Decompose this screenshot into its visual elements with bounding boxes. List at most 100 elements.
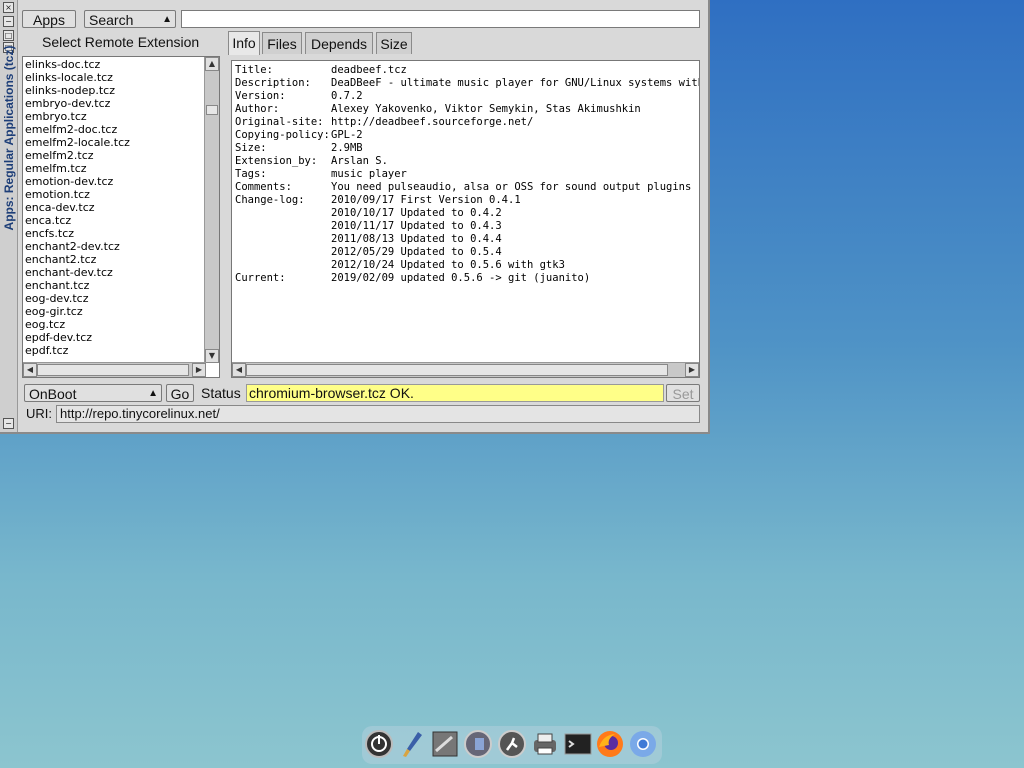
extension-list-item[interactable]: elinks-locale.tcz — [25, 71, 205, 84]
run-icon[interactable] — [497, 729, 527, 759]
info-key: Author: — [235, 103, 280, 115]
tab-files[interactable]: Files — [262, 32, 302, 54]
info-value: 2012/10/24 Updated to 0.5.6 with gtk3 — [331, 259, 565, 271]
extension-list-item[interactable]: emotion-dev.tcz — [25, 175, 205, 188]
extension-list-item[interactable]: eog.tcz — [25, 318, 205, 331]
go-button[interactable]: Go — [166, 384, 194, 402]
extension-list-item[interactable]: embryo.tcz — [25, 110, 205, 123]
info-value: 2010/11/17 Updated to 0.4.3 — [331, 220, 502, 232]
info-value: GPL-2 — [331, 129, 363, 141]
chromium-icon[interactable] — [628, 729, 658, 759]
info-key: Version: — [235, 90, 286, 102]
tab-size[interactable]: Size — [376, 32, 412, 54]
info-value: http://deadbeef.sourceforge.net/ — [331, 116, 534, 128]
shade-icon[interactable]: − — [3, 418, 14, 429]
info-value: 2019/02/09 updated 0.5.6 -> git (juanito… — [331, 272, 591, 284]
extension-list-item[interactable]: enchant.tcz — [25, 279, 205, 292]
info-row: Extension_by: Arslan S. — [235, 155, 699, 168]
extension-list-item[interactable]: enchant2-dev.tcz — [25, 240, 205, 253]
terminal-grid-icon[interactable] — [430, 729, 460, 759]
extension-list-item[interactable]: emelfm2.tcz — [25, 149, 205, 162]
info-value: 2010/10/17 Updated to 0.4.2 — [331, 207, 502, 219]
info-row: Size: 2.9MB — [235, 142, 699, 155]
info-row: Current: 2019/02/09 updated 0.5.6 -> git … — [235, 272, 699, 285]
list-hscroll-thumb[interactable] — [37, 364, 189, 376]
info-horizontal-scrollbar[interactable]: ◀ ▶ — [232, 362, 699, 377]
uri-field[interactable]: http://repo.tinycorelinux.net/ — [56, 405, 700, 423]
extension-list-item[interactable]: eog-dev.tcz — [25, 292, 205, 305]
window-title: Apps: Regular Applications (tcz) — [2, 45, 16, 231]
tab-depends[interactable]: Depends — [305, 32, 373, 54]
info-value: Arslan S. — [331, 155, 388, 167]
search-input[interactable] — [181, 10, 700, 28]
updown-arrow-icon: ▲ — [162, 14, 172, 25]
minimize-icon[interactable]: − — [3, 16, 14, 27]
extension-list-item[interactable]: enca-dev.tcz — [25, 201, 205, 214]
info-row: 2012/05/29 Updated to 0.5.4 — [235, 246, 699, 259]
extension-list-item[interactable]: emelfm2-doc.tcz — [25, 123, 205, 136]
extension-list-item[interactable]: enca.tcz — [25, 214, 205, 227]
scroll-left-icon[interactable]: ◀ — [23, 363, 37, 377]
list-horizontal-scrollbar[interactable]: ◀ ▶ — [23, 362, 206, 377]
info-value: You need pulseaudio, alsa or OSS for sou… — [331, 181, 692, 193]
extension-list-item[interactable]: emelfm2-locale.tcz — [25, 136, 205, 149]
info-row: Change-log: 2010/09/17 First Version 0.4.… — [235, 194, 699, 207]
extension-list-item[interactable]: encfs.tcz — [25, 227, 205, 240]
info-panel: Title: deadbeef.tcz Description: DeaDBeeF -… — [231, 60, 700, 378]
info-row: 2010/11/17 Updated to 0.4.3 — [235, 220, 699, 233]
info-row: Tags: music player — [235, 168, 699, 181]
uri-label: URI: — [26, 406, 52, 421]
onboot-select[interactable]: OnBoot ▲ — [24, 384, 162, 402]
close-icon[interactable]: × — [3, 2, 14, 13]
info-key: Change-log: — [235, 194, 305, 206]
extension-list-item[interactable]: elinks-doc.tcz — [25, 58, 205, 71]
firefox-icon[interactable] — [595, 729, 625, 759]
tab-info[interactable]: Info — [228, 31, 260, 55]
search-mode-select[interactable]: Search ▲ — [84, 10, 176, 28]
info-value: deadbeef.tcz — [331, 64, 407, 76]
console-icon[interactable] — [563, 729, 593, 759]
brush-icon[interactable] — [398, 729, 428, 759]
extension-list-item[interactable]: enchant2.tcz — [25, 253, 205, 266]
info-row: 2010/10/17 Updated to 0.4.2 — [235, 207, 699, 220]
info-key: Current: — [235, 272, 286, 284]
info-rows: Title: deadbeef.tcz Description: DeaDBeeF -… — [235, 64, 700, 285]
extension-list-item[interactable]: elinks-nodep.tcz — [25, 84, 205, 97]
info-row: Original-site: http://deadbeef.sourceforg… — [235, 116, 699, 129]
info-hscroll-thumb[interactable] — [246, 364, 668, 376]
select-heading: Select Remote Extension — [42, 34, 200, 50]
extension-list[interactable]: elinks-doc.tcz elinks-locale.tcz elinks-no… — [22, 56, 220, 378]
apps-window: × − □ □ Apps: Regular Applications (tcz)… — [0, 0, 710, 434]
control-panel-icon[interactable] — [463, 729, 493, 759]
extension-list-item[interactable]: epdf.tcz — [25, 344, 205, 357]
apps-button[interactable]: Apps — [22, 10, 76, 28]
printer-icon[interactable] — [530, 729, 560, 759]
window-titlebar[interactable]: × − □ □ Apps: Regular Applications (tcz)… — [0, 0, 18, 432]
status-label: Status — [201, 385, 241, 401]
scroll-right-icon[interactable]: ▶ — [192, 363, 206, 377]
info-key: Title: — [235, 64, 273, 76]
info-key: Size: — [235, 142, 267, 154]
extension-list-item[interactable]: embryo-dev.tcz — [25, 97, 205, 110]
scroll-up-icon[interactable]: ▲ — [205, 57, 219, 71]
extension-list-item[interactable]: eog-gir.tcz — [25, 305, 205, 318]
scroll-down-icon[interactable]: ▼ — [205, 349, 219, 363]
info-key: Extension_by: — [235, 155, 318, 167]
info-key: Description: — [235, 77, 311, 89]
info-value: DeaDBeeF - ultimate music player for GNU… — [331, 77, 700, 89]
info-key: Tags: — [235, 168, 267, 180]
extension-list-item[interactable]: emelfm.tcz — [25, 162, 205, 175]
list-scroll-thumb[interactable] — [206, 105, 218, 115]
extension-list-item[interactable]: epdf-dev.tcz — [25, 331, 205, 344]
extension-list-item[interactable]: emotion.tcz — [25, 188, 205, 201]
extension-list-item[interactable]: enchant-dev.tcz — [25, 266, 205, 279]
info-row: Description: DeaDBeeF - ultimate music pl… — [235, 77, 700, 90]
power-icon[interactable] — [364, 729, 394, 759]
info-value: 2010/09/17 First Version 0.4.1 — [331, 194, 521, 206]
info-scroll-left-icon[interactable]: ◀ — [232, 363, 246, 377]
info-scroll-right-icon[interactable]: ▶ — [685, 363, 699, 377]
info-value: 2.9MB — [331, 142, 363, 154]
list-vertical-scrollbar[interactable]: ▲ ▼ — [204, 57, 219, 363]
set-button[interactable]: Set — [666, 384, 700, 402]
info-value: 2011/08/13 Updated to 0.4.4 — [331, 233, 502, 245]
